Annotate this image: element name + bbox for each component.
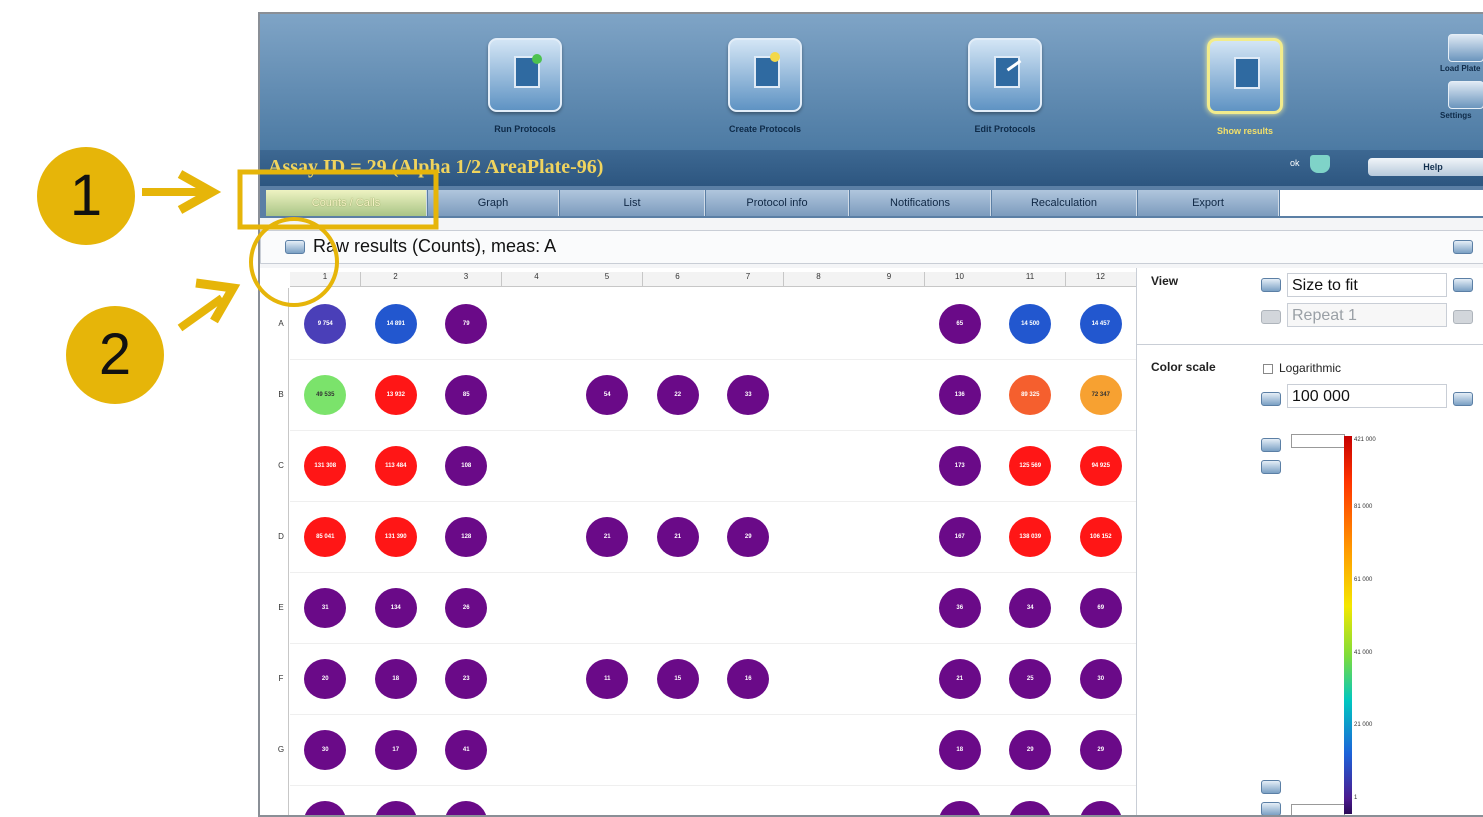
callout-2: 2 xyxy=(66,306,164,404)
annotation-overlay xyxy=(142,169,439,332)
callout-1: 1 xyxy=(37,147,135,245)
button-highlight-circle xyxy=(249,217,339,307)
tab-highlight-box xyxy=(237,169,439,230)
